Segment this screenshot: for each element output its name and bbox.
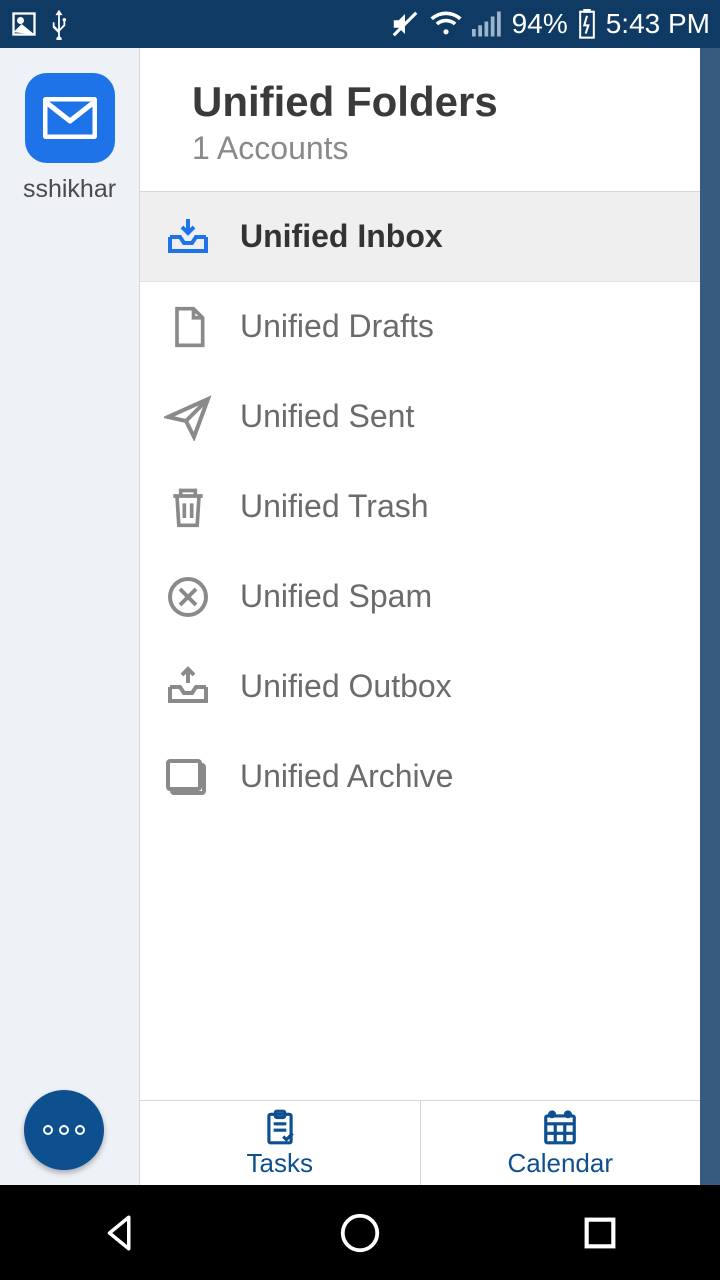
inbox-icon (164, 213, 212, 261)
folder-item-unified-trash[interactable]: Unified Trash (140, 462, 700, 552)
page-subtitle: 1 Accounts (192, 130, 672, 167)
tab-tasks[interactable]: Tasks (140, 1101, 420, 1185)
nav-home-button[interactable] (333, 1206, 387, 1260)
folder-item-unified-outbox[interactable]: Unified Outbox (140, 642, 700, 732)
android-navbar (0, 1185, 720, 1280)
folder-item-unified-inbox[interactable]: Unified Inbox (140, 192, 700, 282)
nav-back-button[interactable] (93, 1206, 147, 1260)
folder-label: Unified Inbox (240, 218, 443, 255)
folder-item-unified-archive[interactable]: Unified Archive (140, 732, 700, 822)
account-sidebar: sshikhar (0, 48, 140, 1185)
trash-icon (164, 483, 212, 531)
folder-label: Unified Trash (240, 488, 429, 525)
folder-item-unified-sent[interactable]: Unified Sent (140, 372, 700, 462)
image-icon (10, 10, 38, 38)
page-title: Unified Folders (192, 78, 672, 126)
tab-calendar[interactable]: Calendar (420, 1101, 701, 1185)
folder-label: Unified Archive (240, 758, 453, 795)
folder-item-unified-drafts[interactable]: Unified Drafts (140, 282, 700, 372)
mute-icon (390, 9, 420, 39)
usb-icon (48, 8, 70, 40)
outbox-icon (164, 663, 212, 711)
navigation-drawer: sshikhar Unified Folders 1 Accounts Unif… (0, 48, 700, 1185)
status-bar: 94% 5:43 PM (0, 0, 720, 48)
folder-list: Unified Inbox Unified Drafts Unified Sent U… (140, 192, 700, 1100)
tab-tasks-label: Tasks (247, 1148, 313, 1179)
panel-header: Unified Folders 1 Accounts (140, 48, 700, 192)
archive-icon (164, 753, 212, 801)
folder-label: Unified Spam (240, 578, 432, 615)
spam-icon (164, 573, 212, 621)
signal-icon (472, 11, 502, 37)
sent-icon (164, 393, 212, 441)
account-name[interactable]: sshikhar (23, 175, 116, 204)
folder-label: Unified Outbox (240, 668, 452, 705)
folder-label: Unified Sent (240, 398, 414, 435)
folder-label: Unified Drafts (240, 308, 434, 345)
app-mail-icon[interactable] (25, 73, 115, 163)
battery-charging-icon (578, 9, 596, 39)
drafts-icon (164, 303, 212, 351)
bottom-tabs: Tasks Calendar (140, 1100, 700, 1185)
tab-calendar-label: Calendar (507, 1148, 613, 1179)
fab-more-button[interactable] (24, 1090, 104, 1170)
folder-item-unified-spam[interactable]: Unified Spam (140, 552, 700, 642)
clock: 5:43 PM (606, 8, 710, 40)
nav-recent-button[interactable] (573, 1206, 627, 1260)
wifi-icon (430, 11, 462, 37)
battery-percent: 94% (512, 8, 568, 40)
